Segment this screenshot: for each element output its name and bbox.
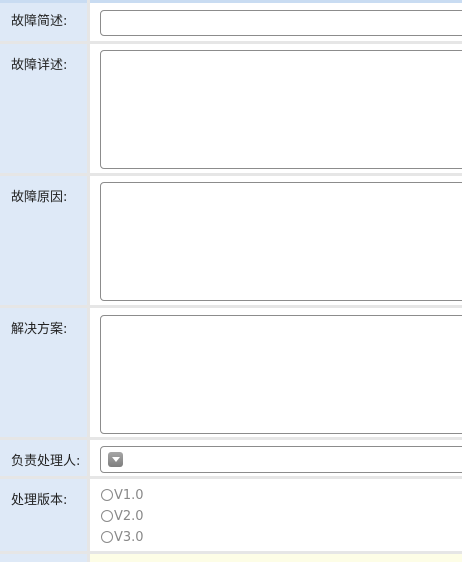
cause-row: 故障原因: bbox=[0, 176, 462, 305]
version-option-label: V3.0 bbox=[114, 529, 144, 545]
solution-cell bbox=[90, 308, 462, 437]
version-row: 处理版本: V1.0 V2.0 V3.0 bbox=[0, 479, 462, 551]
solution-row: 解决方案: bbox=[0, 308, 462, 437]
next-row-cell bbox=[90, 554, 462, 562]
next-row-label bbox=[0, 554, 87, 562]
cause-cell bbox=[90, 176, 462, 305]
version-option-3[interactable]: V3.0 bbox=[101, 528, 144, 546]
handler-select[interactable] bbox=[100, 446, 462, 473]
radio-icon[interactable] bbox=[101, 510, 113, 522]
solution-textarea[interactable] bbox=[100, 315, 462, 434]
brief-row: 故障简述: bbox=[0, 0, 462, 41]
cause-textarea[interactable] bbox=[100, 182, 462, 301]
detail-row: 故障详述: bbox=[0, 44, 462, 173]
dropdown-arrow-icon[interactable] bbox=[108, 452, 123, 467]
brief-label: 故障简述: bbox=[0, 0, 87, 41]
brief-input[interactable] bbox=[100, 10, 462, 36]
solution-label: 解决方案: bbox=[0, 308, 87, 437]
version-label: 处理版本: bbox=[0, 479, 87, 551]
version-option-1[interactable]: V1.0 bbox=[101, 486, 144, 504]
handler-label: 负责处理人: bbox=[0, 440, 87, 476]
version-option-2[interactable]: V2.0 bbox=[101, 507, 144, 525]
brief-cell bbox=[90, 0, 462, 41]
version-option-label: V1.0 bbox=[114, 487, 144, 503]
next-row bbox=[0, 554, 462, 562]
cause-label: 故障原因: bbox=[0, 176, 87, 305]
radio-icon[interactable] bbox=[101, 489, 113, 501]
fault-report-form: 故障简述: 故障详述: 故障原因: 解决方案: 负责处理人: 处理版本: V1.… bbox=[0, 0, 462, 562]
version-cell: V1.0 V2.0 V3.0 bbox=[90, 479, 462, 551]
handler-cell bbox=[90, 440, 462, 476]
detail-textarea[interactable] bbox=[100, 50, 462, 169]
detail-cell bbox=[90, 44, 462, 173]
handler-row: 负责处理人: bbox=[0, 440, 462, 476]
detail-label: 故障详述: bbox=[0, 44, 87, 173]
radio-icon[interactable] bbox=[101, 531, 113, 543]
version-option-label: V2.0 bbox=[114, 508, 144, 524]
